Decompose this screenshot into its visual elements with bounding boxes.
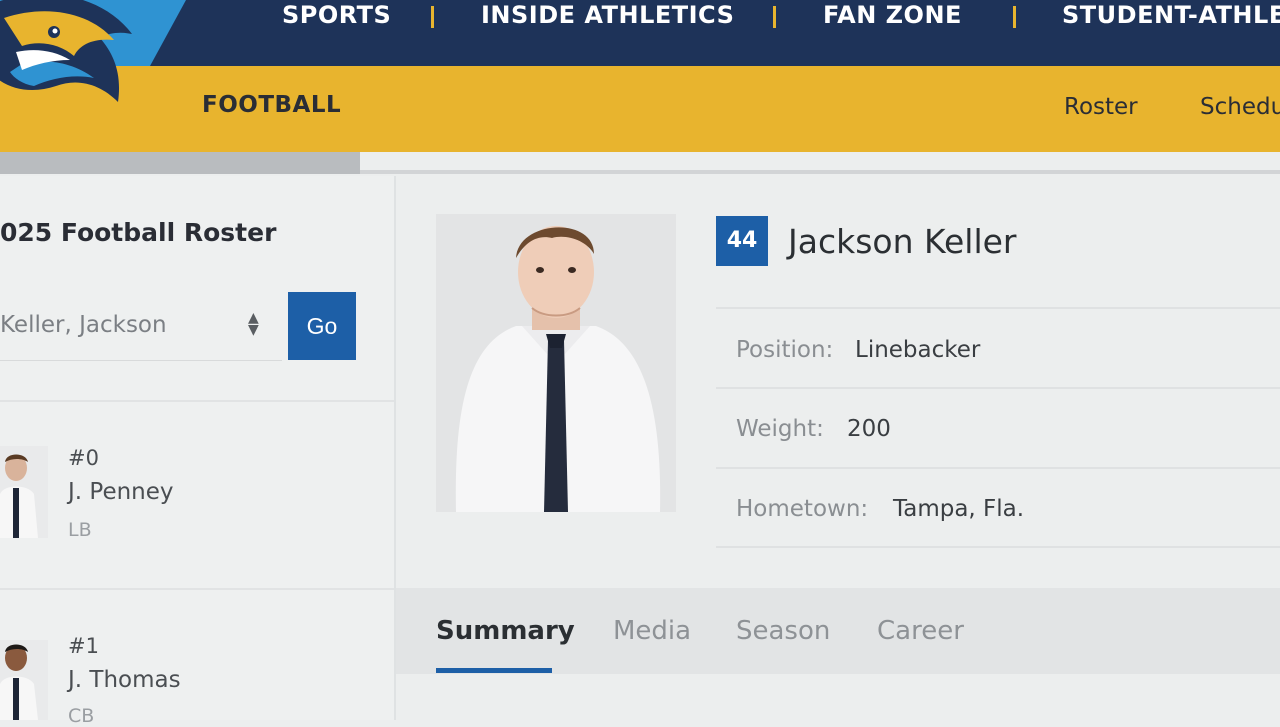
nav-sports[interactable]: SPORTS: [282, 0, 391, 30]
weight-value: 200: [847, 416, 891, 442]
nav-separator: [1013, 6, 1016, 28]
position-value: Linebacker: [855, 337, 981, 363]
subnav-roster-link[interactable]: Roster: [1064, 94, 1138, 120]
tab-career[interactable]: Career: [877, 616, 964, 646]
player-full-name: Jackson Keller: [788, 222, 1017, 261]
banner-divider: [360, 170, 1280, 174]
player-photo: [436, 214, 676, 512]
nav-separator: [431, 6, 434, 28]
player-thumbnail[interactable]: [0, 446, 48, 538]
subnav-schedule-link[interactable]: Schedu: [1200, 94, 1280, 120]
nav-separator: [773, 6, 776, 28]
nav-accent-slant: [150, 0, 186, 66]
player-select-value[interactable]: Keller, Jackson: [0, 312, 167, 338]
go-button[interactable]: Go: [288, 292, 356, 360]
roster-sidebar: [0, 176, 396, 720]
player-number: #1: [68, 634, 99, 658]
nav-student-athletes[interactable]: STUDENT-ATHLE: [1062, 0, 1280, 30]
select-arrows-icon[interactable]: ▲ ▼: [248, 311, 259, 337]
player-number: #0: [68, 446, 99, 470]
tab-media[interactable]: Media: [613, 616, 691, 646]
info-divider: [716, 387, 1280, 389]
tab-summary[interactable]: Summary: [436, 616, 575, 646]
weight-label: Weight:: [736, 416, 824, 442]
sport-title[interactable]: FOOTBALL: [202, 92, 341, 118]
active-tab-indicator: [436, 668, 552, 673]
roster-heading: 025 Football Roster: [0, 218, 277, 247]
banner-image-strip: [0, 152, 360, 174]
nav-inside-athletics[interactable]: INSIDE ATHLETICS: [481, 0, 734, 30]
player-thumbnail[interactable]: [0, 640, 48, 720]
info-divider: [716, 467, 1280, 469]
position-label: Position:: [736, 337, 834, 363]
hawk-logo-icon[interactable]: [0, 0, 142, 134]
info-divider: [716, 307, 1280, 309]
jersey-number-badge: 44: [716, 216, 768, 266]
player-name-link[interactable]: J. Thomas: [68, 667, 181, 693]
hometown-value: Tampa, Fla.: [893, 496, 1025, 522]
info-divider: [716, 546, 1280, 548]
player-position: LB: [68, 519, 92, 541]
nav-fan-zone[interactable]: FAN ZONE: [823, 0, 962, 30]
player-name-link[interactable]: J. Penney: [68, 479, 174, 505]
player-position: CB: [68, 705, 95, 727]
tab-season[interactable]: Season: [736, 616, 830, 646]
sidebar-divider: [0, 400, 394, 402]
hometown-label: Hometown:: [736, 496, 869, 522]
sidebar-divider: [0, 588, 394, 590]
